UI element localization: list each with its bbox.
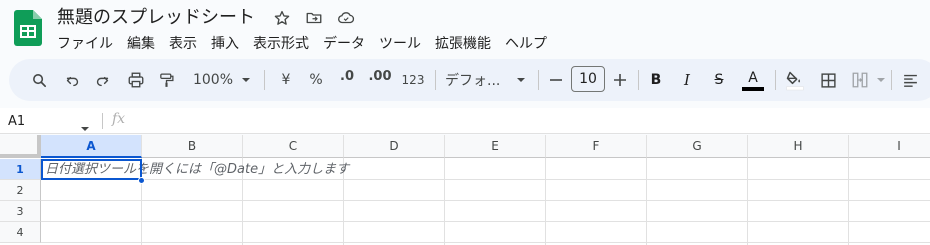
column-header-a[interactable]: A [41, 135, 142, 158]
column-header-h[interactable]: H [748, 135, 849, 158]
undo-icon[interactable] [60, 59, 84, 101]
column-gridline [444, 158, 445, 245]
document-title[interactable]: 無題のスプレッドシート [57, 6, 255, 30]
toolbar-divider [775, 70, 776, 90]
toolbar-divider [891, 70, 892, 90]
menu-file[interactable]: ファイル [50, 33, 120, 55]
sheets-logo-icon[interactable] [14, 10, 42, 46]
column-gridline [848, 158, 849, 245]
column-header-i[interactable]: I [849, 135, 930, 158]
percent-format-button[interactable]: % [305, 59, 327, 101]
currency-format-button[interactable]: ¥ [275, 59, 297, 101]
text-color-label: A [748, 69, 758, 86]
row-gridline [41, 221, 930, 222]
print-icon[interactable] [124, 59, 148, 101]
zoom-select[interactable]: 100% [191, 59, 235, 101]
toolbar-divider [638, 70, 639, 90]
formula-input[interactable] [140, 108, 930, 134]
italic-button[interactable]: I [676, 59, 698, 101]
menu-format[interactable]: 表示形式 [246, 33, 316, 55]
text-color-swatch [742, 86, 764, 91]
borders-icon[interactable] [816, 59, 840, 101]
chevron-down-icon[interactable] [875, 59, 887, 101]
chevron-down-icon[interactable] [514, 59, 528, 101]
increase-decimal-button[interactable]: .00 [366, 59, 394, 101]
formula-divider [102, 113, 103, 129]
decrease-decimal-button[interactable]: .0 [334, 59, 360, 101]
menu-tools[interactable]: ツール [372, 33, 428, 55]
chevron-down-icon[interactable] [239, 59, 253, 101]
paint-format-icon[interactable] [154, 59, 178, 101]
increase-font-size-icon[interactable] [610, 59, 630, 101]
row-gridline [41, 200, 930, 201]
font-size-input[interactable]: 10 [571, 66, 605, 92]
decrease-font-size-icon[interactable] [546, 59, 566, 101]
column-gridline [545, 158, 546, 245]
search-icon[interactable] [27, 59, 51, 101]
menu-bar: ファイル 編集 表示 挿入 表示形式 データ ツール 拡張機能 ヘルプ [50, 33, 554, 55]
decrease-decimal-label: .0 [340, 69, 354, 84]
menu-edit[interactable]: 編集 [120, 33, 162, 55]
toolbar-divider [435, 70, 436, 90]
column-gridline [646, 158, 647, 245]
fill-color-icon[interactable] [782, 59, 808, 101]
move-to-folder-icon[interactable] [304, 8, 324, 28]
column-header-e[interactable]: E [445, 135, 546, 158]
menu-insert[interactable]: 挿入 [204, 33, 246, 55]
merge-cells-icon[interactable] [848, 59, 872, 101]
menu-view[interactable]: 表示 [162, 33, 204, 55]
column-header-g[interactable]: G [647, 135, 748, 158]
strikethrough-button[interactable]: S [708, 59, 730, 101]
title-bar: 無題のスプレッドシート ファイル 編集 表示 挿入 表示形式 データ ツール 拡… [0, 0, 930, 60]
menu-help[interactable]: ヘルプ [498, 33, 554, 55]
select-all-corner[interactable] [0, 135, 41, 158]
menu-extensions[interactable]: 拡張機能 [428, 33, 498, 55]
function-icon: fx [112, 111, 126, 127]
active-cell-a1[interactable] [41, 159, 142, 180]
column-gridline [747, 158, 748, 245]
toolbar: 100% ¥ % .0 .00 123 デフォ... B I S A [9, 59, 930, 101]
align-left-icon[interactable] [898, 59, 922, 101]
toolbar-divider [264, 70, 265, 90]
column-header-f[interactable]: F [546, 135, 647, 158]
column-header-d[interactable]: D [344, 135, 445, 158]
row-gridline [41, 242, 930, 243]
row-header-2[interactable]: 2 [0, 180, 41, 201]
formula-bar: A1 fx [0, 108, 930, 134]
font-family-select[interactable]: デフォ... [445, 59, 505, 101]
toolbar-divider [538, 70, 539, 90]
text-color-button[interactable]: A [740, 59, 766, 101]
cloud-status-icon[interactable] [336, 8, 356, 28]
menu-data[interactable]: データ [316, 33, 372, 55]
number-format-button[interactable]: 123 [400, 59, 426, 101]
bold-button[interactable]: B [645, 59, 667, 101]
row-header-3[interactable]: 3 [0, 201, 41, 222]
redo-icon[interactable] [90, 59, 114, 101]
spreadsheet-grid[interactable]: A B C D E F G H I 1 2 3 4 日付選択ツールを開くには「@… [0, 135, 930, 245]
star-icon[interactable] [272, 8, 292, 28]
row-header-1[interactable]: 1 [0, 159, 41, 180]
fill-handle[interactable] [138, 177, 145, 184]
increase-decimal-label: .00 [368, 69, 392, 84]
column-header-b[interactable]: B [142, 135, 243, 158]
column-header-c[interactable]: C [243, 135, 344, 158]
row-header-4[interactable]: 4 [0, 222, 41, 243]
